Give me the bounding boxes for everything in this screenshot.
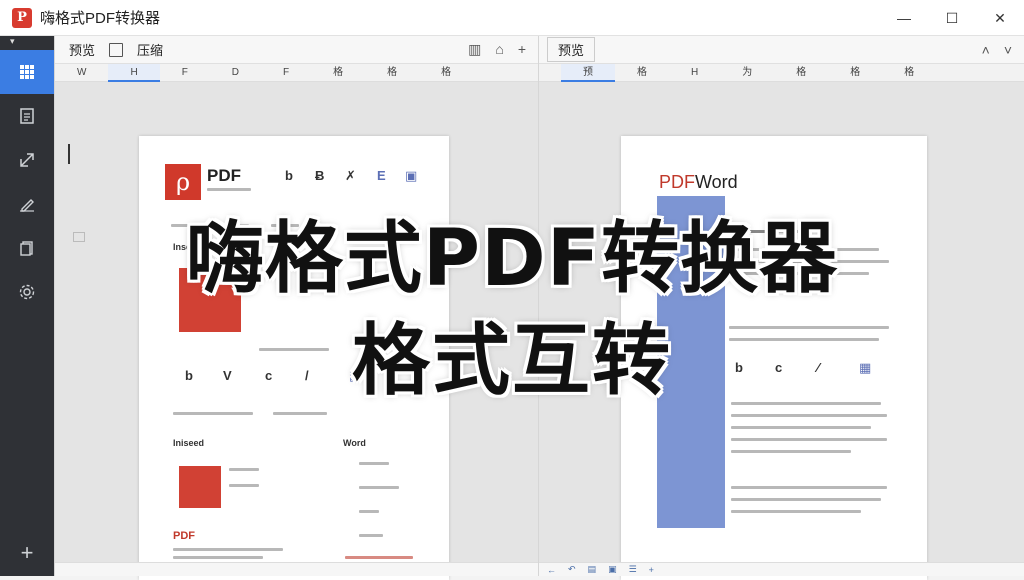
tab[interactable]: 格 bbox=[419, 64, 473, 82]
minimize-button[interactable]: — bbox=[880, 0, 928, 36]
list-icon[interactable]: ☰ bbox=[629, 564, 637, 575]
tab[interactable]: 格 bbox=[365, 64, 419, 82]
book-icon[interactable]: ▥ bbox=[468, 41, 481, 58]
tab[interactable]: F bbox=[261, 64, 311, 82]
maximize-button[interactable]: ☐ bbox=[928, 0, 976, 36]
bookmark-icon[interactable]: ⌂ bbox=[495, 41, 503, 58]
text-line bbox=[173, 556, 263, 559]
arrow-icon[interactable]: ← bbox=[547, 565, 556, 575]
tab[interactable]: 为 bbox=[720, 64, 774, 82]
tab[interactable]: H bbox=[108, 63, 160, 82]
text-line bbox=[229, 468, 259, 471]
bold-tool-icon: b bbox=[285, 168, 293, 183]
tab[interactable]: W bbox=[55, 64, 108, 82]
tab[interactable]: 格 bbox=[828, 64, 882, 82]
app-logo-icon: P bbox=[12, 7, 32, 28]
compress-label[interactable]: 压缩 bbox=[137, 40, 163, 59]
right-toolbar-actions: ˄ ˅ bbox=[982, 42, 1024, 58]
document-title: PDFWord bbox=[659, 172, 738, 192]
preview-label[interactable]: 预览 bbox=[547, 37, 596, 62]
text-line bbox=[731, 414, 887, 417]
chevron-down-icon[interactable]: ˅ bbox=[1004, 42, 1012, 58]
chevron-up-icon[interactable]: ˄ bbox=[982, 42, 990, 58]
file-icon[interactable]: ▤ bbox=[588, 564, 597, 575]
text-line bbox=[229, 484, 259, 487]
text-line bbox=[731, 510, 861, 513]
section-title-2: Iniseed bbox=[173, 438, 205, 448]
text-line bbox=[731, 450, 851, 453]
cross-tool-icon: ✗ bbox=[345, 168, 356, 183]
overlay-subtitle: 格式互转 bbox=[351, 316, 672, 406]
text-line bbox=[731, 438, 887, 441]
tab[interactable]: D bbox=[210, 64, 261, 82]
grid-icon bbox=[20, 65, 34, 79]
add-button[interactable]: + bbox=[0, 540, 54, 566]
pdf-thumbnail bbox=[179, 466, 221, 508]
sidebar-item-home[interactable] bbox=[0, 50, 54, 94]
tab[interactable]: 预 bbox=[561, 63, 615, 82]
text-line bbox=[359, 486, 399, 489]
text-line bbox=[173, 548, 283, 551]
format-tool-icon: Ƀ bbox=[315, 168, 325, 183]
sidebar-item-convert[interactable] bbox=[0, 94, 54, 138]
preview-label[interactable]: 预览 bbox=[69, 40, 95, 59]
text-cursor bbox=[68, 144, 70, 164]
sidebar-item-export[interactable] bbox=[0, 138, 54, 182]
tab[interactable]: F bbox=[160, 64, 210, 82]
pdf-logo-icon: ρ bbox=[165, 164, 201, 200]
left-toolbar: 预览 压缩 ▥ ⌂ + bbox=[55, 36, 538, 64]
sidebar-collapse-icon[interactable]: ▾ bbox=[0, 36, 54, 50]
left-toolbar-actions: ▥ ⌂ + bbox=[468, 41, 538, 58]
image-icon[interactable]: ▣ bbox=[608, 564, 617, 575]
tab[interactable]: 格 bbox=[311, 64, 365, 82]
window-controls: — ☐ ✕ bbox=[880, 0, 1024, 36]
text-line bbox=[731, 426, 871, 429]
document-icon bbox=[20, 108, 34, 124]
left-tabs: W H F D F 格 格 格 bbox=[55, 63, 538, 82]
word-section-title: Word bbox=[343, 438, 366, 448]
text-line bbox=[359, 462, 389, 465]
text-line bbox=[173, 412, 253, 415]
tab[interactable]: H bbox=[669, 64, 720, 82]
crosshair-icon[interactable]: + bbox=[649, 565, 654, 575]
left-statusbar bbox=[55, 562, 538, 576]
right-statusbar: ← ↶ ▤ ▣ ☰ + bbox=[539, 562, 1024, 576]
right-tabs: 预 格 H 为 格 格 格 bbox=[539, 63, 1024, 82]
right-toolbar: 预览 ˄ ˅ bbox=[539, 36, 1024, 64]
text-line bbox=[359, 510, 379, 513]
text-line bbox=[731, 498, 881, 501]
tab[interactable]: 格 bbox=[882, 64, 936, 82]
pdf-heading: PDF bbox=[207, 166, 241, 185]
close-button[interactable]: ✕ bbox=[976, 0, 1024, 36]
title-bar: P 嗨格式PDF转换器 — ☐ ✕ bbox=[0, 0, 1024, 36]
text-line bbox=[345, 556, 413, 559]
text-line bbox=[359, 534, 383, 537]
pdf-label: PDF bbox=[173, 530, 195, 542]
text-line bbox=[731, 486, 887, 489]
undo-icon[interactable]: ↶ bbox=[568, 564, 576, 575]
plus-icon[interactable]: + bbox=[518, 41, 526, 58]
image-tool-icon: ▣ bbox=[405, 168, 418, 183]
layout-icon[interactable] bbox=[109, 42, 124, 57]
tab[interactable]: 格 bbox=[774, 64, 828, 82]
overlay-title: 嗨格式PDF转换器 bbox=[185, 214, 839, 304]
tab[interactable]: 格 bbox=[615, 64, 669, 82]
list-tool-icon: E bbox=[377, 168, 386, 183]
window-title: 嗨格式PDF转换器 bbox=[40, 10, 161, 27]
text-line bbox=[207, 188, 251, 191]
text-line bbox=[273, 412, 327, 415]
export-icon bbox=[20, 153, 34, 167]
